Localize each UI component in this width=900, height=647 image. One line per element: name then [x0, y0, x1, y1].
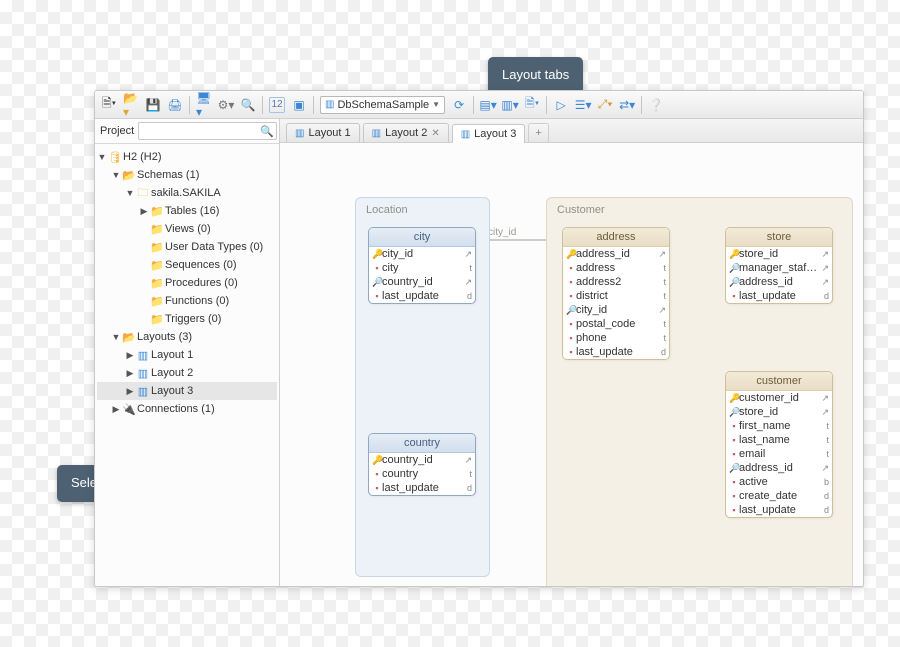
entity-store[interactable]: store 🔑store_id↗ 🔎manager_staff_id↗ 🔎add… [725, 227, 833, 304]
close-icon[interactable]: ✕ [431, 128, 439, 139]
table-icon[interactable]: ▤▾ [480, 97, 496, 113]
tree-node-views[interactable]: 📁 Views (0) [97, 220, 277, 238]
tree-node-udt[interactable]: 📁 User Data Types (0) [97, 238, 277, 256]
tree-layout-1[interactable]: ▶▥ Layout 1 [97, 346, 277, 364]
tree-node-connections[interactable]: ▶🔌 Connections (1) [97, 400, 277, 418]
tab-layout-1[interactable]: ▥ Layout 1 [286, 123, 360, 142]
callout-layout-tabs: Layout tabs [488, 57, 583, 94]
save-icon[interactable]: 💾 [145, 97, 161, 113]
group-location-title: Location [366, 204, 408, 216]
run-sql-icon[interactable]: ▷ [553, 97, 569, 113]
project-search: Project 🔍 [95, 119, 279, 144]
monitor-icon[interactable]: 🖥▾ [196, 97, 212, 113]
entity-customer-header: customer [726, 372, 832, 391]
tree-node-tables[interactable]: ▶📁 Tables (16) [97, 202, 277, 220]
tree-node-functions[interactable]: 📁 Functions (0) [97, 292, 277, 310]
entity-country[interactable]: country 🔑country_id↗ ▪countryt ▪last_upd… [368, 433, 476, 496]
layout-tab-icon: ▥ [461, 129, 470, 140]
compare-icon[interactable]: ⤢▾ [597, 97, 613, 113]
diagram-canvas[interactable]: city_id country_id address_id address_id… [280, 143, 863, 586]
entity-store-header: store [726, 228, 832, 247]
tree-node-sequences[interactable]: 📁 Sequences (0) [97, 256, 277, 274]
zoom-icon[interactable]: 🔍 [240, 97, 256, 113]
help-icon[interactable]: ❔ [648, 97, 664, 113]
project-tree-panel: Project 🔍 ▼🛢 H2 (H2) ▼📂 Schemas (1) ▼🗀 s… [95, 119, 280, 586]
tree-node-layouts[interactable]: ▼📂 Layouts (3) [97, 328, 277, 346]
entity-city-header: city [369, 228, 475, 247]
tree-layout-2[interactable]: ▶▥ Layout 2 [97, 364, 277, 382]
tree-root-h2[interactable]: ▼🛢 H2 (H2) [97, 148, 277, 166]
tab-add[interactable]: + [528, 123, 548, 142]
script-icon[interactable]: ☰▾ [575, 97, 591, 113]
open-icon[interactable]: 📂▾ [123, 97, 139, 113]
tree-node-triggers[interactable]: 📁 Triggers (0) [97, 310, 277, 328]
fit-icon[interactable]: ▣ [291, 97, 307, 113]
rel-label-city-id: city_id [488, 227, 516, 238]
new-icon[interactable]: 🗎▾ [101, 97, 117, 113]
entity-country-header: country [369, 434, 475, 453]
tree-node-schemas[interactable]: ▼📂 Schemas (1) [97, 166, 277, 184]
canvas-panel: ▥ Layout 1 ▥ Layout 2 ✕ ▥ Layout 3 + [280, 119, 863, 586]
app-window: 🗎▾ 📂▾ 💾 🖨 🖥▾ ⚙▾ 🔍 12 ▣ ▥ DbSchemaSample▼… [94, 90, 864, 587]
entity-address-header: address [563, 228, 669, 247]
tree-node-schema[interactable]: ▼🗀 sakila.SAKILA [97, 184, 277, 202]
entity-city[interactable]: city 🔑city_id↗ ▪cityt 🔎country_id↗ ▪last… [368, 227, 476, 304]
group-customer-title: Customer [557, 204, 605, 216]
refresh-icon[interactable]: ⟳ [451, 97, 467, 113]
fit-number-badge[interactable]: 12 [269, 97, 285, 113]
layout-tab-icon: ▥ [295, 128, 304, 139]
report-icon[interactable]: 🗎▾ [524, 97, 540, 113]
tab-layout-2[interactable]: ▥ Layout 2 ✕ [363, 123, 449, 142]
sync-icon[interactable]: ⇄▾ [619, 97, 635, 113]
tree-node-procedures[interactable]: 📁 Procedures (0) [97, 274, 277, 292]
entity-customer[interactable]: customer 🔑customer_id↗ 🔎store_id↗ ▪first… [725, 371, 833, 518]
project-tree: ▼🛢 H2 (H2) ▼📂 Schemas (1) ▼🗀 sakila.SAKI… [95, 144, 279, 422]
schema-combo[interactable]: ▥ DbSchemaSample▼ [320, 96, 445, 114]
entity-address[interactable]: address 🔑address_id↗ ▪addresst ▪address2… [562, 227, 670, 360]
gear-icon[interactable]: ⚙▾ [218, 97, 234, 113]
layout-tabbar: ▥ Layout 1 ▥ Layout 2 ✕ ▥ Layout 3 + [280, 119, 863, 143]
layout-tab-icon: ▥ [372, 128, 381, 139]
tree-layout-3[interactable]: ▶▥ Layout 3 [97, 382, 277, 400]
tab-layout-3[interactable]: ▥ Layout 3 [452, 124, 526, 143]
project-label: Project [100, 125, 138, 137]
print-icon[interactable]: 🖨 [167, 97, 183, 113]
project-search-input[interactable] [138, 122, 277, 140]
layout-icon[interactable]: ▥▾ [502, 97, 518, 113]
toolbar: 🗎▾ 📂▾ 💾 🖨 🖥▾ ⚙▾ 🔍 12 ▣ ▥ DbSchemaSample▼… [95, 91, 863, 119]
